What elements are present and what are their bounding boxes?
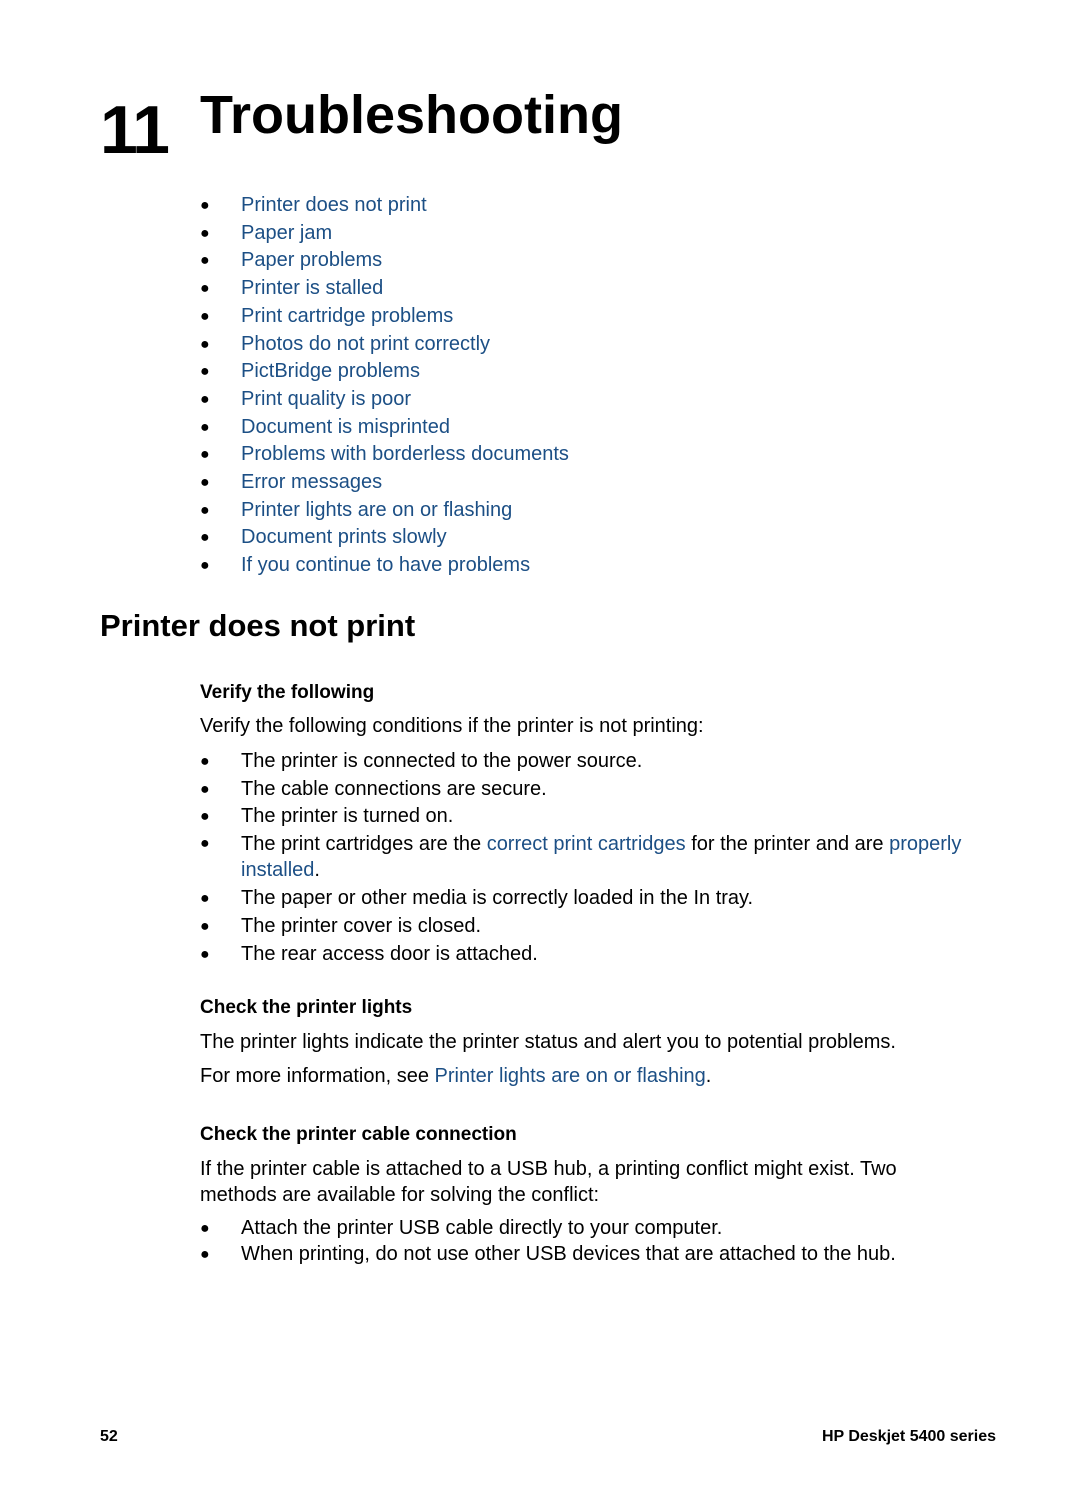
toc-link[interactable]: Print cartridge problems: [241, 305, 453, 327]
lights-more-text: For more information, see: [200, 1065, 435, 1087]
toc-link[interactable]: PictBridge problems: [241, 360, 420, 382]
bullet-icon: ●: [200, 197, 210, 214]
verify-item-text: The printer cover is closed.: [241, 914, 482, 937]
toc-item: ● Printer is stalled: [200, 275, 569, 303]
bullet-icon: ●: [200, 835, 210, 853]
verify-item-text: .: [314, 858, 320, 881]
section-title: Printer does not print: [100, 608, 416, 643]
toc-link[interactable]: Printer does not print: [241, 194, 427, 216]
verify-item-text: The cable connections are secure.: [241, 777, 547, 800]
chapter-number: 11: [100, 92, 170, 168]
bullet-icon: ●: [200, 224, 210, 242]
cable-heading: Check the printer cable connection: [200, 1124, 517, 1145]
bullet-icon: ●: [200, 1245, 210, 1263]
toc-item: ● Document is misprinted: [200, 414, 569, 442]
bullet-icon: ●: [200, 753, 210, 770]
bullet-icon: ●: [200, 474, 210, 492]
verify-heading: Verify the following: [200, 682, 375, 703]
bullet-icon: ●: [200, 363, 210, 381]
toc-item: ● Paper problems: [200, 247, 569, 275]
toc-item: ● Document prints slowly: [200, 524, 569, 552]
toc-item: ● Problems with borderless documents: [200, 441, 569, 469]
toc-item: ● Paper jam: [200, 220, 569, 248]
bullet-icon: ●: [200, 307, 210, 325]
bullet-icon: ●: [200, 945, 210, 963]
bullet-icon: ●: [200, 418, 210, 436]
bullet-icon: ●: [200, 390, 210, 408]
bullet-icon: ●: [200, 280, 210, 298]
toc-link[interactable]: If you continue to have problems: [241, 554, 530, 576]
cable-item-text: Attach the printer USB cable directly to…: [241, 1217, 723, 1239]
cable-item-text: When printing, do not use other USB devi…: [241, 1242, 896, 1265]
toc-link[interactable]: Printer lights are on or flashing: [241, 499, 512, 521]
cable-list: ● Attach the printer USB cable directly t…: [200, 1216, 1000, 1267]
bullet-icon: ●: [200, 529, 210, 547]
verify-item-text: for the printer and are: [685, 833, 890, 856]
printer-lights-link[interactable]: Printer lights are on or flashing: [435, 1065, 706, 1087]
verify-item: ● The printer is turned on.: [200, 803, 1000, 831]
toc-item: ● Printer lights are on or flashing: [200, 497, 569, 525]
verify-item: ● The print cartridges are the correct pr…: [200, 831, 1000, 885]
bullet-icon: ●: [200, 1220, 210, 1237]
toc-item: ● If you continue to have problems: [200, 552, 569, 580]
toc-link[interactable]: Problems with borderless documents: [241, 443, 569, 465]
verify-item-text: The paper or other media is correctly lo…: [241, 887, 754, 910]
page-number: 52: [100, 1428, 118, 1445]
lights-heading: Check the printer lights: [200, 997, 413, 1018]
toc-link[interactable]: Document is misprinted: [241, 416, 450, 438]
cable-item: ● When printing, do not use other USB dev…: [200, 1242, 1000, 1268]
correct-print-cartridges-link[interactable]: correct print cartridges: [487, 833, 686, 855]
toc-link[interactable]: Document prints slowly: [241, 526, 447, 548]
toc-item: ● Printer does not print: [200, 192, 569, 220]
bullet-icon: ●: [200, 335, 210, 353]
chapter-title: Troubleshooting: [200, 85, 623, 145]
toc-item: ● Print quality is poor: [200, 386, 569, 414]
toc-item: ● Photos do not print correctly: [200, 331, 569, 359]
bullet-icon: ●: [200, 780, 210, 798]
verify-list: ● The printer is connected to the power s…: [200, 748, 1000, 968]
toc-link[interactable]: Paper problems: [241, 249, 382, 271]
bullet-icon: ●: [200, 557, 210, 575]
toc-list: ● Printer does not print ● Paper jam ● Pape…: [200, 192, 569, 580]
cable-item: ● Attach the printer USB cable directly t…: [200, 1216, 1000, 1242]
lights-more-period: .: [705, 1065, 712, 1087]
toc-item: ● PictBridge problems: [200, 358, 569, 386]
verify-item: ● The cable connections are secure.: [200, 776, 1000, 804]
verify-item: ● The rear access door is attached.: [200, 941, 1000, 969]
verify-item-text: The printer is turned on.: [241, 805, 454, 828]
bullet-icon: ●: [200, 808, 210, 826]
toc-link[interactable]: Photos do not print correctly: [241, 333, 490, 355]
product-name: HP Deskjet 5400 series: [821, 1428, 996, 1445]
lights-more: For more information, see Printer lights…: [200, 1064, 1000, 1090]
verify-item-text: The print cartridges are the: [241, 833, 487, 856]
bullet-icon: ●: [200, 890, 210, 908]
verify-item-text: The rear access door is attached.: [241, 942, 538, 965]
verify-item: ● The paper or other media is correctly l…: [200, 885, 1000, 913]
lights-text: The printer lights indicate the printer …: [200, 1031, 896, 1053]
bullet-icon: ●: [200, 917, 210, 935]
toc-item: ● Error messages: [200, 469, 569, 497]
toc-link[interactable]: Print quality is poor: [241, 388, 411, 410]
toc-link[interactable]: Error messages: [241, 471, 382, 493]
bullet-icon: ●: [200, 446, 210, 464]
toc-link[interactable]: Paper jam: [241, 222, 332, 244]
toc-item: ● Print cartridge problems: [200, 303, 569, 331]
verify-item: ● The printer cover is closed.: [200, 913, 1000, 941]
verify-item-text: The printer is connected to the power so…: [241, 750, 643, 772]
toc-link[interactable]: Printer is stalled: [241, 277, 383, 299]
cable-text: If the printer cable is attached to a US…: [200, 1158, 897, 1206]
bullet-icon: ●: [200, 252, 210, 270]
bullet-icon: ●: [200, 501, 210, 519]
verify-item: ● The printer is connected to the power s…: [200, 748, 1000, 776]
verify-intro: Verify the following conditions if the p…: [200, 715, 704, 737]
